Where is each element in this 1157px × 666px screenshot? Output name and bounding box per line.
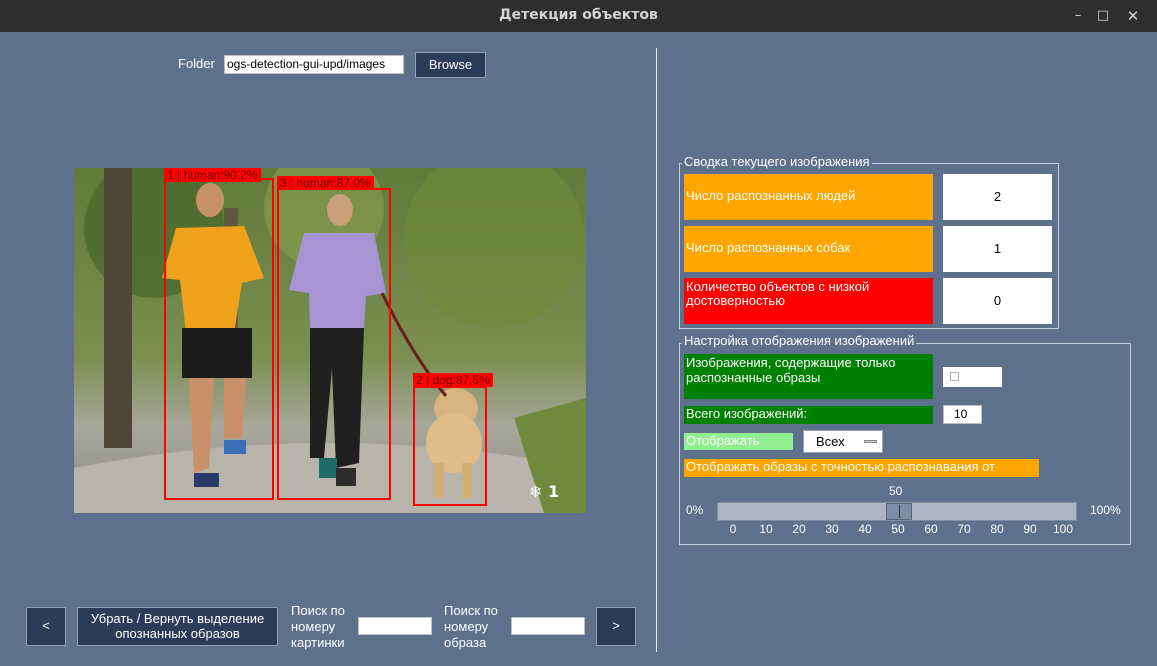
display-settings-title: Настройка отображения изображений xyxy=(682,333,917,348)
detection-label-human-3: 3 | human:87.0% xyxy=(277,176,374,190)
detection-box-human-1 xyxy=(164,178,274,500)
panel-separator xyxy=(656,48,657,652)
threshold-label: Отображать образы с точностью распознава… xyxy=(684,459,1039,477)
detection-box-dog-2 xyxy=(413,386,487,506)
low-confidence-label: Количество объектов с низкой достовернос… xyxy=(684,278,933,324)
slider-grip xyxy=(899,505,900,518)
search-object-input[interactable] xyxy=(511,617,585,635)
detection-box-human-3 xyxy=(277,188,391,500)
slider-value: 50 xyxy=(889,484,903,498)
slider-tick-label: 50 xyxy=(891,522,905,536)
slider-tick-label: 60 xyxy=(924,522,938,536)
watermark: ❄ 1 xyxy=(529,482,560,501)
window-title: Детекция объектов xyxy=(499,7,658,23)
next-button[interactable]: > xyxy=(596,607,636,646)
search-image-label: Поиск по номеру картинки xyxy=(291,603,345,650)
search-object-label: Поиск по номеру образа xyxy=(444,603,498,650)
low-confidence-value: 0 xyxy=(943,278,1052,324)
slider-handle[interactable] xyxy=(886,503,912,520)
slider-tick-label: 10 xyxy=(759,522,773,536)
slider-tick-label: 0 xyxy=(729,522,737,536)
slider-tick-label: 70 xyxy=(957,522,971,536)
slider-tick-label: 80 xyxy=(990,522,1004,536)
detection-label-dog-2: 2 | dog:87.5% xyxy=(413,373,493,387)
minimize-icon[interactable]: – xyxy=(1068,6,1088,26)
show-mode-value: Всех xyxy=(816,434,845,449)
total-images-value: 10 xyxy=(943,405,982,424)
folder-path-field[interactable]: ogs-detection-gui-upd/images xyxy=(224,55,404,74)
dogs-count-label: Число распознанных собак xyxy=(684,226,933,272)
only-recognized-checkbox-field[interactable] xyxy=(943,367,1002,387)
people-count-value: 2 xyxy=(943,174,1052,220)
detection-label-human-1: 1 | human:90.2% xyxy=(164,168,261,182)
toggle-highlight-button[interactable]: Убрать / Вернуть выделение опознанных об… xyxy=(77,607,278,646)
threshold-slider[interactable] xyxy=(717,502,1077,521)
summary-title: Сводка текущего изображения xyxy=(682,154,872,169)
show-label: Отображать xyxy=(684,433,793,450)
slider-max-label: 100% xyxy=(1090,503,1121,517)
only-recognized-checkbox[interactable] xyxy=(950,372,959,381)
dogs-count-value: 1 xyxy=(943,226,1052,272)
close-icon[interactable]: ✕ xyxy=(1123,6,1143,26)
show-mode-dropdown[interactable]: Всех xyxy=(803,430,883,453)
slider-tick-label: 100 xyxy=(1052,522,1074,536)
folder-label: Folder xyxy=(178,56,215,71)
slider-min-label: 0% xyxy=(686,503,704,517)
dropdown-indicator-icon xyxy=(864,440,877,443)
prev-button[interactable]: < xyxy=(26,607,66,646)
slider-tick-label: 30 xyxy=(825,522,839,536)
browse-button[interactable]: Browse xyxy=(415,52,486,78)
people-count-label: Число распознанных людей xyxy=(684,174,933,220)
slider-tick-label: 20 xyxy=(792,522,806,536)
title-bar: Детекция объектов – □ ✕ xyxy=(0,0,1157,32)
total-images-label: Всего изображений: xyxy=(684,406,933,424)
only-recognized-label: Изображения, содержащие только распознан… xyxy=(684,354,933,399)
maximize-icon[interactable]: □ xyxy=(1093,6,1113,26)
slider-tick-label: 40 xyxy=(858,522,872,536)
slider-tick-label: 90 xyxy=(1023,522,1037,536)
detection-image: 1 | human:90.2% 3 | human:87.0% 2 | dog:… xyxy=(74,168,586,513)
search-image-input[interactable] xyxy=(358,617,432,635)
